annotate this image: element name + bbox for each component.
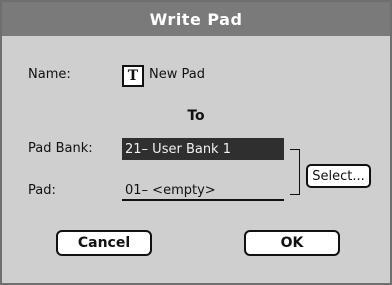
dialog-title: Write Pad (2, 2, 390, 36)
pad-value: 01– <empty> (125, 182, 216, 198)
name-label: Name: (28, 67, 71, 82)
select-button[interactable]: Select... (306, 164, 371, 188)
name-value: New Pad (149, 67, 205, 82)
cancel-button[interactable]: Cancel (56, 230, 152, 256)
ok-button[interactable]: OK (244, 230, 340, 256)
pad-label: Pad: (28, 183, 56, 198)
select-bracket (290, 149, 300, 195)
pad-bank-value: 21– User Bank 1 (125, 141, 231, 157)
to-heading: To (187, 108, 205, 124)
pad-field[interactable]: 01– <empty> (122, 181, 284, 201)
pad-bank-label: Pad Bank: (28, 141, 93, 156)
pad-bank-field[interactable]: 21– User Bank 1 (122, 138, 284, 160)
text-edit-button[interactable]: T (122, 65, 144, 87)
write-pad-dialog: Write Pad Name: T New Pad To Pad Bank: 2… (0, 0, 392, 285)
